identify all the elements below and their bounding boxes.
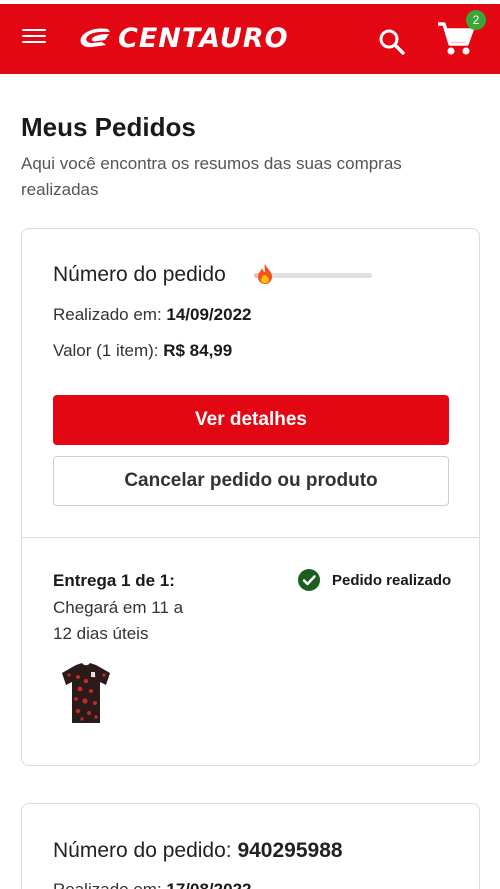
order-value: Valor (1 item): R$ 84,99 bbox=[53, 341, 232, 361]
order-date: Realizado em: 14/09/2022 bbox=[53, 305, 251, 325]
order-number: Número do pedido: 940295988 bbox=[53, 839, 343, 863]
order-number-label: Número do pedido: bbox=[53, 839, 238, 862]
order-value-label: Valor (1 item): bbox=[53, 341, 164, 360]
view-details-button[interactable]: Ver detalhes bbox=[53, 395, 449, 445]
order-number-label: Número do pedido bbox=[53, 263, 226, 286]
app-header: CENTAURO 2 bbox=[0, 4, 500, 74]
order-number-value: 940295988 bbox=[237, 839, 343, 862]
order-number: Número do pedido bbox=[53, 263, 226, 287]
search-icon[interactable] bbox=[378, 28, 406, 56]
brand-logo[interactable]: CENTAURO bbox=[78, 20, 289, 56]
jersey-thumbnail[interactable] bbox=[60, 661, 112, 727]
card-divider bbox=[22, 537, 479, 538]
order-date-label: Realizado em: bbox=[53, 305, 167, 324]
brand-name: CENTAURO bbox=[118, 22, 289, 54]
order-date: Realizado em: 17/08/2022 bbox=[53, 880, 251, 889]
brand-swoosh-icon bbox=[80, 28, 110, 48]
delivery-estimate: Chegará em 11 a 12 dias úteis bbox=[53, 598, 184, 643]
cart-count-badge: 2 bbox=[466, 10, 486, 30]
order-date-value: 17/08/2022 bbox=[166, 880, 251, 889]
order-status: Pedido realizado bbox=[298, 569, 451, 591]
page-title: Meus Pedidos bbox=[21, 112, 196, 142]
page-subtitle: Aqui você encontra os resumos das suas c… bbox=[21, 154, 402, 199]
order-status-text: Pedido realizado bbox=[332, 571, 452, 589]
delivery-title: Entrega 1 de 1: bbox=[53, 571, 175, 590]
order-date-label: Realizado em: bbox=[53, 880, 166, 889]
cancel-order-button[interactable]: Cancelar pedido ou produto bbox=[53, 456, 449, 506]
fire-icon bbox=[258, 264, 272, 284]
order-date-value: 14/09/2022 bbox=[166, 305, 252, 324]
order-progress-bar bbox=[254, 263, 374, 285]
check-circle-icon bbox=[298, 569, 320, 591]
order-card: Número do pedido: 940295988 Realizado em… bbox=[21, 803, 480, 889]
order-card: Número do pedido Realizado em: 14/09/202… bbox=[21, 228, 480, 766]
order-value-amount: R$ 84,99 bbox=[163, 341, 233, 360]
hamburger-menu-icon[interactable] bbox=[22, 29, 46, 47]
